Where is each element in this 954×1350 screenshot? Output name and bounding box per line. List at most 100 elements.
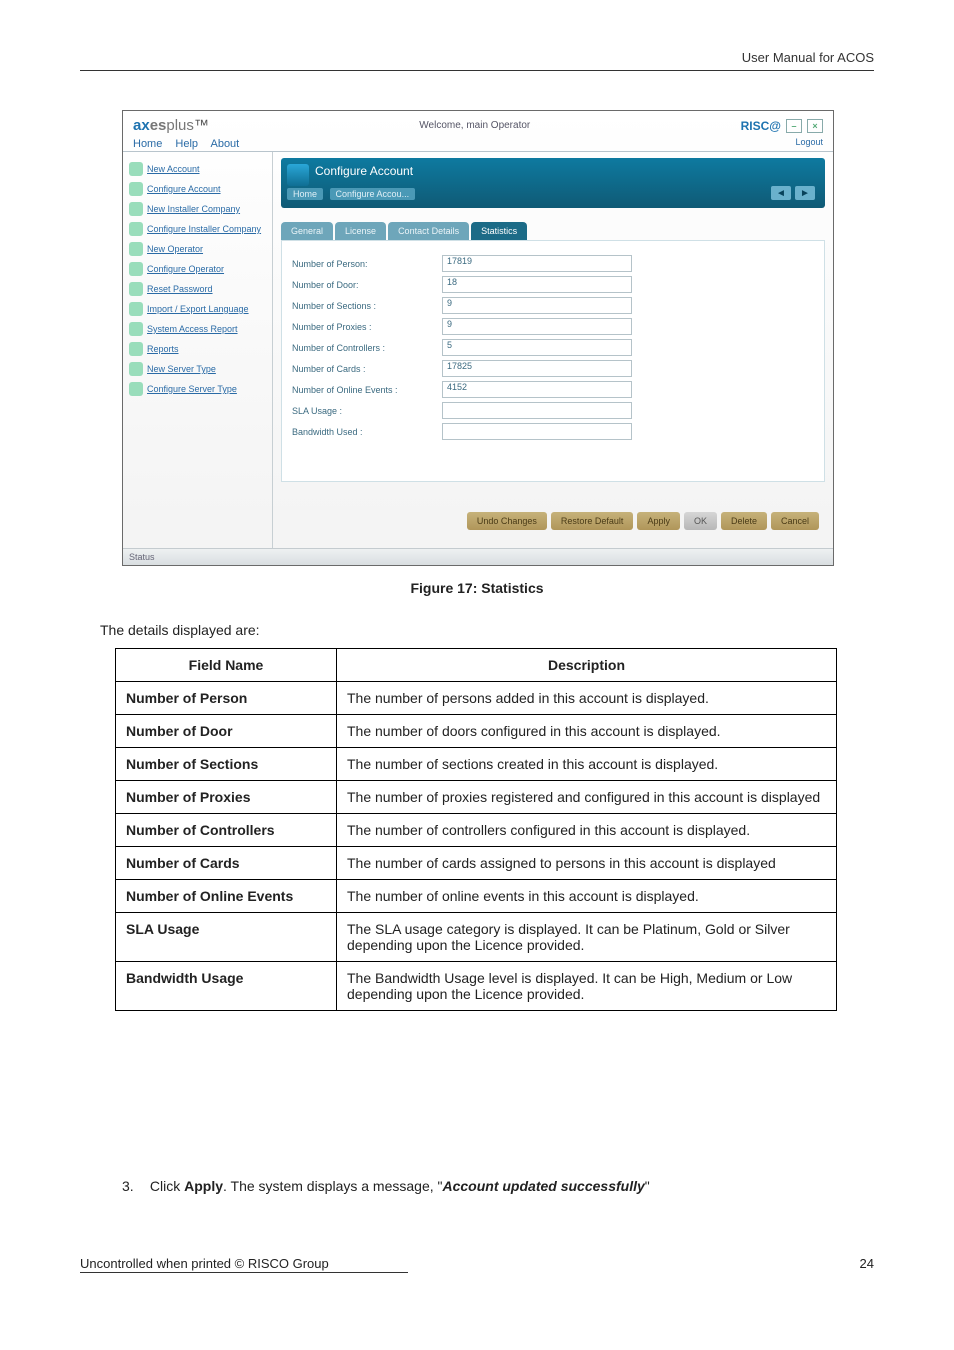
field-value-number-of-person[interactable]: 17819 bbox=[442, 255, 632, 272]
breadcrumb-current: Configure Accou... bbox=[330, 188, 416, 200]
app-topbar: axesplus™ Welcome, main Operator RISC@ –… bbox=[123, 111, 833, 136]
apply-button[interactable]: Apply bbox=[637, 512, 680, 530]
cell-desc: The number of doors configured in this a… bbox=[337, 715, 837, 748]
main-menu: Home Help About bbox=[123, 136, 833, 152]
running-header: User Manual for ACOS bbox=[742, 50, 874, 65]
nav-buttons: ◄ ► bbox=[771, 186, 815, 200]
cancel-button[interactable]: Cancel bbox=[771, 512, 819, 530]
nav-next-button[interactable]: ► bbox=[795, 186, 815, 200]
delete-button[interactable]: Delete bbox=[721, 512, 767, 530]
undo-changes-button[interactable]: Undo Changes bbox=[467, 512, 547, 530]
sidebar-label: Configure Operator bbox=[147, 264, 224, 274]
cell-field: Number of Sections bbox=[116, 748, 337, 781]
field-value-number-of-proxies[interactable]: 9 bbox=[442, 318, 632, 335]
account-icon bbox=[129, 162, 143, 176]
restore-default-button[interactable]: Restore Default bbox=[551, 512, 634, 530]
key-icon bbox=[129, 282, 143, 296]
sidebar-item-reports[interactable]: Reports bbox=[129, 342, 266, 356]
menu-home[interactable]: Home bbox=[133, 138, 162, 150]
panel-title: Configure Account bbox=[315, 164, 413, 178]
field-row: Number of Person:17819 bbox=[292, 255, 814, 272]
field-value-bandwidth-used[interactable] bbox=[442, 423, 632, 440]
account-big-icon bbox=[287, 164, 309, 186]
field-row: Number of Online Events :4152 bbox=[292, 381, 814, 398]
ok-button[interactable]: OK bbox=[684, 512, 717, 530]
table-row: Number of SectionsThe number of sections… bbox=[116, 748, 837, 781]
sidebar-item-import-export-language[interactable]: Import / Export Language bbox=[129, 302, 266, 316]
tab-general[interactable]: General bbox=[281, 222, 333, 240]
table-row: Bandwidth UsageThe Bandwidth Usage level… bbox=[116, 962, 837, 1011]
action-buttons: Undo Changes Restore Default Apply OK De… bbox=[467, 512, 819, 530]
cell-desc: The number of online events in this acco… bbox=[337, 880, 837, 913]
brand-plus: plus bbox=[166, 117, 194, 134]
tab-bar: General License Contact Details Statisti… bbox=[281, 222, 825, 240]
field-value-number-of-cards[interactable]: 17825 bbox=[442, 360, 632, 377]
cell-field: SLA Usage bbox=[116, 913, 337, 962]
footer-text: Uncontrolled when printed © RISCO Group bbox=[80, 1256, 329, 1271]
main-panel: Configure Account Home Configure Accou..… bbox=[273, 152, 833, 556]
gear-icon bbox=[129, 182, 143, 196]
sidebar-label: New Installer Company bbox=[147, 204, 240, 214]
field-value-number-of-online-events[interactable]: 4152 bbox=[442, 381, 632, 398]
risco-logo: RISC@ – × bbox=[741, 119, 823, 133]
welcome-text: Welcome, main Operator bbox=[419, 120, 530, 131]
sidebar-item-system-access-report[interactable]: System Access Report bbox=[129, 322, 266, 336]
plus-icon bbox=[129, 362, 143, 376]
brand-ax: ax bbox=[133, 117, 150, 134]
field-label-number-of-proxies: Number of Proxies : bbox=[292, 322, 442, 332]
nav-prev-button[interactable]: ◄ bbox=[771, 186, 791, 200]
cell-desc: The number of proxies registered and con… bbox=[337, 781, 837, 814]
instruction-step: 3. Click Apply. The system displays a me… bbox=[122, 1178, 650, 1194]
step-text-pre: Click bbox=[150, 1178, 184, 1194]
figure-caption: Figure 17: Statistics bbox=[0, 580, 954, 596]
menu-help[interactable]: Help bbox=[175, 138, 198, 150]
table-row: Number of CardsThe number of cards assig… bbox=[116, 847, 837, 880]
sidebar-label: System Access Report bbox=[147, 324, 238, 334]
minimize-icon[interactable]: – bbox=[786, 119, 802, 133]
cell-field: Bandwidth Usage bbox=[116, 962, 337, 1011]
sidebar-item-configure-installer-company[interactable]: Configure Installer Company bbox=[129, 222, 266, 236]
col-description: Description bbox=[337, 649, 837, 682]
field-value-number-of-sections[interactable]: 9 bbox=[442, 297, 632, 314]
table-row: Number of ControllersThe number of contr… bbox=[116, 814, 837, 847]
sidebar-label: Configure Account bbox=[147, 184, 221, 194]
gear-icon bbox=[129, 262, 143, 276]
cell-field: Number of Proxies bbox=[116, 781, 337, 814]
table-row: Number of PersonThe number of persons ad… bbox=[116, 682, 837, 715]
sidebar-item-configure-account[interactable]: Configure Account bbox=[129, 182, 266, 196]
sidebar-item-new-installer-company[interactable]: New Installer Company bbox=[129, 202, 266, 216]
sidebar-item-configure-operator[interactable]: Configure Operator bbox=[129, 262, 266, 276]
field-value-number-of-controllers[interactable]: 5 bbox=[442, 339, 632, 356]
cell-desc: The Bandwidth Usage level is displayed. … bbox=[337, 962, 837, 1011]
menu-about[interactable]: About bbox=[210, 138, 239, 150]
sidebar-item-new-server-type[interactable]: New Server Type bbox=[129, 362, 266, 376]
sidebar-item-new-operator[interactable]: New Operator bbox=[129, 242, 266, 256]
tab-contact-details[interactable]: Contact Details bbox=[388, 222, 469, 240]
cell-desc: The number of cards assigned to persons … bbox=[337, 847, 837, 880]
tab-license[interactable]: License bbox=[335, 222, 386, 240]
cell-field: Number of Door bbox=[116, 715, 337, 748]
sidebar-item-new-account[interactable]: New Account bbox=[129, 162, 266, 176]
sidebar-label: New Operator bbox=[147, 244, 203, 254]
status-bar: Status bbox=[123, 548, 833, 565]
sidebar-item-configure-server-type[interactable]: Configure Server Type bbox=[129, 382, 266, 396]
field-label-number-of-controllers: Number of Controllers : bbox=[292, 343, 442, 353]
brand-logo: axesplus™ bbox=[133, 117, 209, 134]
col-field-name: Field Name bbox=[116, 649, 337, 682]
close-icon[interactable]: × bbox=[807, 119, 823, 133]
table-row: Number of ProxiesThe number of proxies r… bbox=[116, 781, 837, 814]
breadcrumb-home[interactable]: Home bbox=[287, 188, 323, 200]
step-text-mid: . The system displays a message, " bbox=[223, 1178, 442, 1194]
logout-link[interactable]: Logout bbox=[795, 137, 823, 147]
cell-field: Number of Online Events bbox=[116, 880, 337, 913]
tab-content: Number of Person:17819 Number of Door:18… bbox=[281, 240, 825, 482]
gear-icon bbox=[129, 382, 143, 396]
field-row: Number of Controllers :5 bbox=[292, 339, 814, 356]
app-body: New Account Configure Account New Instal… bbox=[123, 152, 833, 556]
header-rule bbox=[80, 70, 874, 71]
tab-statistics[interactable]: Statistics bbox=[471, 222, 527, 240]
sidebar-item-reset-password[interactable]: Reset Password bbox=[129, 282, 266, 296]
field-value-sla-usage[interactable] bbox=[442, 402, 632, 419]
brand-es: es bbox=[150, 117, 167, 134]
field-value-number-of-door[interactable]: 18 bbox=[442, 276, 632, 293]
